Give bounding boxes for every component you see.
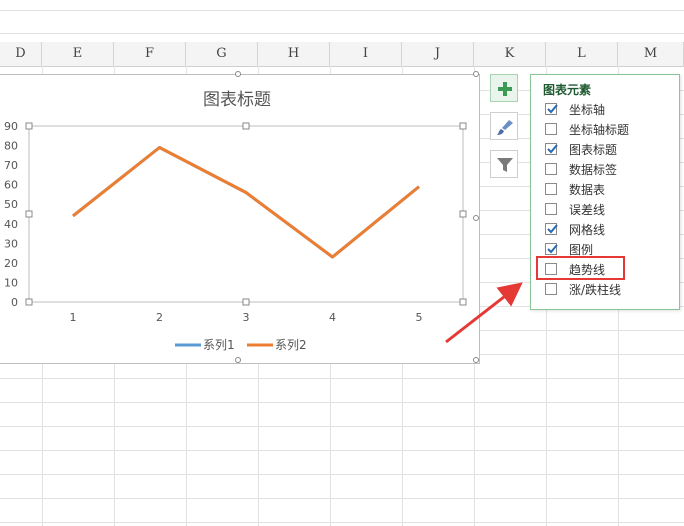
column-header-d[interactable]: D xyxy=(0,42,42,66)
column-header-k[interactable]: K xyxy=(474,42,546,66)
column-header-h[interactable]: H xyxy=(258,42,330,66)
plot-area xyxy=(28,125,464,303)
chart-elements-button[interactable] xyxy=(490,74,518,102)
column-header-i[interactable]: I xyxy=(330,42,402,66)
series-line-2 xyxy=(72,146,420,259)
chart-element-option[interactable]: 数据标签 xyxy=(545,159,675,179)
highlight-box xyxy=(536,256,625,280)
chart-element-option[interactable]: 坐标轴 xyxy=(545,99,675,119)
plot-area-handle[interactable] xyxy=(459,298,467,306)
resize-handle-right[interactable] xyxy=(473,215,479,221)
y-tick-label: 0 xyxy=(11,296,18,309)
chart-element-label: 误差线 xyxy=(569,203,606,217)
checkbox-checked[interactable] xyxy=(545,103,558,115)
resize-handle-bottom-right[interactable] xyxy=(473,357,479,363)
column-header-m[interactable]: M xyxy=(618,42,684,66)
panel-title: 图表元素 xyxy=(543,83,592,97)
y-tick-label: 60 xyxy=(4,179,18,192)
y-tick-label: 40 xyxy=(4,218,18,231)
checkbox-unchecked[interactable] xyxy=(545,283,557,295)
y-tick-label: 90 xyxy=(4,120,18,133)
y-tick-label: 20 xyxy=(4,257,18,270)
plot-area-handle[interactable] xyxy=(459,122,467,130)
column-header-l[interactable]: L xyxy=(546,42,618,66)
chart-element-option[interactable]: 误差线 xyxy=(545,199,675,219)
chart-element-label: 坐标轴标题 xyxy=(569,123,630,137)
legend-label: 系列2 xyxy=(275,338,307,352)
resize-handle-top-right[interactable] xyxy=(473,71,479,77)
plot-area-handle[interactable] xyxy=(25,210,33,218)
column-headers: D E F G H I J K L M xyxy=(0,42,684,67)
chart-filter-button[interactable] xyxy=(490,150,518,178)
y-tick-label: 10 xyxy=(4,276,18,289)
resize-handle-bottom[interactable] xyxy=(235,357,241,363)
chart-element-option[interactable]: 网格线 xyxy=(545,219,675,239)
x-tick-label: 2 xyxy=(156,311,163,324)
chart-element-label: 数据标签 xyxy=(569,163,618,177)
plot-area-handle[interactable] xyxy=(242,298,250,306)
chart-object[interactable]: 图表标题 0 10 20 30 40 50 60 70 80 90 1 2 3 4 5 系列1 系列2 xyxy=(0,71,480,364)
x-tick-label: 3 xyxy=(243,311,250,324)
y-tick-label: 80 xyxy=(4,140,18,153)
y-tick-label: 30 xyxy=(4,237,18,250)
column-header-e[interactable]: E xyxy=(42,42,114,66)
checkbox-checked[interactable] xyxy=(545,243,558,255)
chart-element-label: 涨/跌柱线 xyxy=(569,283,622,297)
chart-element-label: 网格线 xyxy=(569,223,606,237)
plot-area-handle[interactable] xyxy=(242,122,250,130)
chart-element-option[interactable]: 数据表 xyxy=(545,179,675,199)
plot-area-handle[interactable] xyxy=(25,122,33,130)
plot-area-handle[interactable] xyxy=(459,210,467,218)
checkbox-unchecked[interactable] xyxy=(545,183,557,195)
series-line-1 xyxy=(72,146,420,259)
formula-bar-area xyxy=(0,0,684,43)
x-tick-label: 5 xyxy=(416,311,423,324)
chart-element-label: 坐标轴 xyxy=(569,103,606,117)
plot-area-handle[interactable] xyxy=(25,298,33,306)
checkbox-unchecked[interactable] xyxy=(545,203,557,215)
formula-bar[interactable] xyxy=(0,10,684,34)
column-header-g[interactable]: G xyxy=(186,42,258,66)
checkbox-unchecked[interactable] xyxy=(545,123,557,135)
y-tick-label: 50 xyxy=(4,198,18,211)
line-chart: 0 10 20 30 40 50 60 70 80 90 1 2 3 4 5 系列1 系列2 xyxy=(4,120,467,352)
checkbox-unchecked[interactable] xyxy=(545,163,557,175)
chart-element-option[interactable]: 图表标题 xyxy=(545,139,675,159)
column-header-j[interactable]: J xyxy=(402,42,474,66)
x-tick-label: 4 xyxy=(329,311,336,324)
chart-element-label: 数据表 xyxy=(569,183,606,197)
checkbox-checked[interactable] xyxy=(545,143,558,155)
y-tick-label: 70 xyxy=(4,159,18,172)
chart-styles-button[interactable] xyxy=(490,112,518,140)
checkbox-checked[interactable] xyxy=(545,223,558,235)
x-tick-label: 1 xyxy=(70,311,77,324)
chart-element-label: 图表标题 xyxy=(569,143,618,157)
resize-handle-top[interactable] xyxy=(235,71,241,77)
chart-element-option[interactable]: 涨/跌柱线 xyxy=(545,279,675,299)
legend-label: 系列1 xyxy=(203,338,235,352)
column-header-f[interactable]: F xyxy=(114,42,186,66)
chart-element-option[interactable]: 坐标轴标题 xyxy=(545,119,675,139)
